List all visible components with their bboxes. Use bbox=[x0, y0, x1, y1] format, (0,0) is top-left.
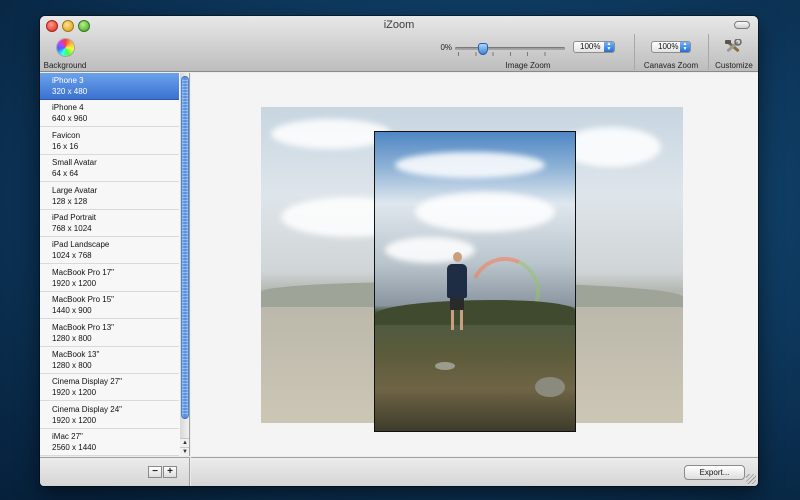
preset-dimensions: 640 x 960 bbox=[52, 114, 88, 124]
preset-list-item[interactable]: iPhone 3 320 x 480 bbox=[40, 73, 179, 100]
scroll-down-arrow-icon[interactable]: ▼ bbox=[180, 447, 189, 456]
person-head bbox=[453, 252, 462, 262]
image-zoom-label: Image Zoom bbox=[505, 61, 551, 70]
person-leg bbox=[451, 310, 454, 330]
export-button[interactable]: Export... bbox=[684, 465, 745, 480]
preset-list-item[interactable]: Large Avatar 128 x 128 bbox=[40, 183, 179, 210]
image-zoom-stepper[interactable]: 100% ▲ ▼ bbox=[573, 41, 615, 53]
preset-name: Small Avatar bbox=[52, 158, 97, 168]
preset-dimensions: 1024 x 768 bbox=[52, 251, 92, 261]
slider-ticks bbox=[458, 52, 562, 56]
preset-name: iPad Landscape bbox=[52, 240, 110, 250]
canvas-zoom-value: 100% bbox=[658, 42, 679, 51]
preset-name: iPhone 3 bbox=[52, 76, 84, 85]
preset-name: Cinema Display 27" bbox=[52, 377, 122, 387]
preset-list-item[interactable]: iPad Landscape 1024 x 768 bbox=[40, 237, 179, 265]
preset-list: iMac 27" 2560 x 1440 Cinema Display 24" 192… bbox=[40, 73, 190, 456]
preset-dimensions: 1920 x 1200 bbox=[52, 278, 97, 288]
app-window: iZoom Background 0% 100% ▲ ▼ Image Zoom 1… bbox=[40, 16, 758, 486]
preset-dimensions: 1440 x 900 bbox=[52, 306, 92, 316]
rock-shape bbox=[535, 377, 565, 397]
preset-dimensions: 1280 x 800 bbox=[52, 333, 92, 343]
window-title: iZoom bbox=[383, 19, 415, 31]
color-wheel-icon[interactable] bbox=[57, 39, 74, 56]
preset-name: iMac 27" bbox=[52, 432, 83, 442]
zoom-min-label: 0% bbox=[440, 43, 452, 52]
toolbar-separator bbox=[708, 34, 709, 70]
preset-list-item[interactable]: MacBook 13" 1280 x 800 bbox=[40, 347, 179, 374]
preset-dimensions: 320 x 480 bbox=[52, 87, 88, 96]
hill-shape bbox=[375, 300, 575, 325]
preset-name: iPhone 4 bbox=[52, 103, 84, 113]
preset-list-item[interactable]: MacBook Pro 17" 1920 x 1200 bbox=[40, 265, 179, 292]
preset-list-item[interactable]: Cinema Display 27" 1920 x 1200 bbox=[40, 374, 179, 402]
preset-list-item[interactable]: MacBook Pro 13" 1280 x 800 bbox=[40, 320, 179, 347]
toolbar-separator bbox=[634, 34, 635, 70]
preset-name: iPad Portrait bbox=[52, 213, 97, 222]
rock-shape bbox=[435, 362, 455, 370]
preset-name: MacBook Pro 17" bbox=[52, 267, 114, 277]
preset-list-item[interactable]: Small Avatar 64 x 64 bbox=[40, 155, 179, 183]
preset-list-item[interactable]: MacBook Pro 15" 1440 x 900 bbox=[40, 292, 179, 320]
canvas-area bbox=[191, 73, 758, 456]
canvas-zoom-label: Canavas Zoom bbox=[643, 61, 699, 70]
preset-dimensions: 1920 x 1200 bbox=[52, 388, 97, 398]
preset-list-item[interactable]: Favicon 16 x 16 bbox=[40, 128, 179, 155]
preset-list-item[interactable]: iPhone 4 640 x 960 bbox=[40, 100, 179, 128]
preset-dimensions: 2560 x 1440 bbox=[52, 443, 97, 453]
stepper-arrows-icon[interactable]: ▲ ▼ bbox=[680, 42, 690, 52]
toolbar-toggle-button[interactable] bbox=[734, 21, 750, 29]
preset-name: MacBook Pro 15" bbox=[52, 295, 114, 305]
person-leg bbox=[460, 310, 463, 330]
preset-dimensions: 64 x 64 bbox=[52, 169, 79, 179]
preset-name: Cinema Display 24" bbox=[52, 404, 122, 414]
crop-frame[interactable] bbox=[374, 131, 576, 432]
canvas-zoom-stepper[interactable]: 100% ▲ ▼ bbox=[651, 41, 691, 53]
toolbar: iZoom Background 0% 100% ▲ ▼ Image Zoom 1… bbox=[40, 16, 758, 72]
preset-name: MacBook Pro 13" bbox=[52, 322, 114, 332]
preset-dimensions: 768 x 1024 bbox=[52, 224, 92, 233]
image-zoom-value: 100% bbox=[580, 42, 601, 51]
canvas-footer: Export... bbox=[191, 457, 758, 486]
preset-dimensions: 16 x 16 bbox=[52, 141, 79, 151]
remove-preset-button[interactable]: − bbox=[148, 466, 162, 478]
preset-dimensions: 1920 x 1200 bbox=[52, 415, 97, 425]
scrollbar-thumb[interactable] bbox=[181, 76, 189, 419]
preset-list-item[interactable]: Cinema Display 24" 1920 x 1200 bbox=[40, 402, 179, 429]
person-shorts bbox=[450, 298, 464, 310]
scroll-up-arrow-icon[interactable]: ▲ bbox=[180, 438, 189, 447]
preset-list-item[interactable]: iMac 27" 2560 x 1440 bbox=[40, 429, 179, 456]
cloud-shape bbox=[415, 192, 555, 232]
list-footer: − + bbox=[40, 457, 190, 486]
cloud-shape bbox=[395, 152, 545, 178]
image-zoom-slider[interactable] bbox=[455, 47, 565, 50]
preset-dimensions: 128 x 128 bbox=[52, 196, 88, 206]
customize-button-label[interactable]: Customize bbox=[711, 61, 757, 70]
preset-list-item[interactable]: iPad Portrait 768 x 1024 bbox=[40, 210, 179, 237]
preset-name: Large Avatar bbox=[52, 185, 98, 195]
background-button-label[interactable]: Background bbox=[42, 61, 88, 70]
preset-dimensions: 1280 x 800 bbox=[52, 361, 92, 370]
preset-name: MacBook 13" bbox=[52, 350, 100, 359]
image-zoom-slider-thumb[interactable] bbox=[477, 43, 488, 55]
stepper-arrows-icon[interactable]: ▲ ▼ bbox=[604, 42, 614, 52]
add-preset-button[interactable]: + bbox=[163, 466, 177, 478]
person-body bbox=[447, 264, 467, 298]
tools-icon[interactable] bbox=[724, 39, 742, 55]
preset-name: Favicon bbox=[52, 130, 81, 140]
resize-grip-icon[interactable] bbox=[746, 474, 756, 484]
